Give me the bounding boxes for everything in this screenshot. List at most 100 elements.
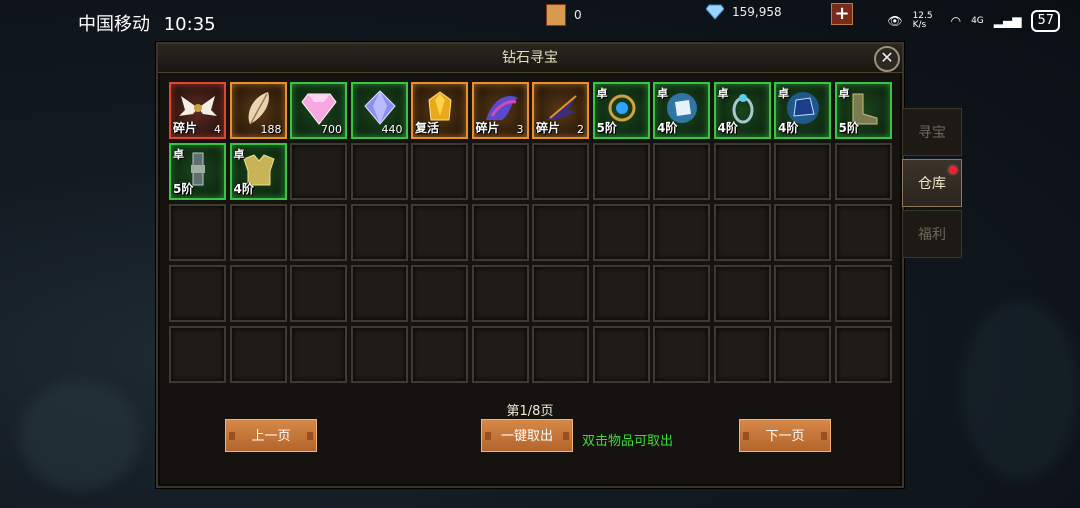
inventory-slot[interactable] (471, 143, 529, 200)
item-label: 5阶 (596, 121, 617, 135)
inventory-slot[interactable] (350, 265, 408, 322)
item-count: 188 (260, 123, 282, 136)
panel-title: 钻石寻宝 (158, 44, 902, 73)
feather-icon (240, 90, 278, 126)
carrier-label: 中国移动 (78, 14, 150, 35)
inventory-slot[interactable] (229, 204, 287, 261)
item-tier-label: 卓 (778, 87, 789, 100)
inventory-slot[interactable] (774, 143, 831, 200)
item-count: 700 (321, 123, 342, 136)
inventory-slot[interactable] (229, 265, 287, 322)
recharge-plus-button[interactable]: + (831, 3, 853, 25)
inventory-slot[interactable] (169, 326, 226, 383)
side-tabs: 寻宝 仓库 福利 (902, 108, 964, 261)
inventory-slot[interactable] (471, 326, 529, 383)
inventory-slot[interactable] (350, 143, 408, 200)
inventory-slot[interactable] (592, 143, 650, 200)
inventory-slot[interactable] (290, 143, 347, 200)
status-bar: 中国移动 10:35 👁 12.5 K/s ◠ 4G ▂▄▆ 57 (0, 0, 1080, 44)
item-label: 4阶 (778, 121, 799, 135)
inventory-slot[interactable] (411, 326, 468, 383)
inventory-slot[interactable]: 卓 5阶 (592, 82, 650, 139)
inventory-slot[interactable] (592, 265, 650, 322)
inventory-slot[interactable] (774, 204, 831, 261)
inventory-slot[interactable]: 卓 5阶 (834, 82, 892, 139)
inventory-slot[interactable] (411, 204, 468, 261)
item-tier-label: 卓 (657, 87, 668, 100)
scroll-count: 0 (574, 8, 582, 22)
inventory-slot[interactable] (834, 204, 892, 261)
inventory-slot[interactable] (290, 265, 347, 322)
tab-welfare[interactable]: 福利 (902, 210, 962, 258)
inventory-slot[interactable] (834, 265, 892, 322)
diamond-count: 159,958 (732, 5, 782, 19)
inventory-slot[interactable] (592, 326, 650, 383)
inventory-slot[interactable] (290, 204, 347, 261)
inventory-slot[interactable] (169, 265, 226, 322)
item-label: 5阶 (173, 182, 194, 196)
signal-label: 4G (971, 16, 984, 26)
inventory-slot[interactable] (713, 143, 771, 200)
item-count: 3 (516, 123, 524, 136)
item-tier-label: 卓 (173, 148, 184, 161)
notification-dot (949, 166, 957, 174)
inventory-slot[interactable] (169, 204, 226, 261)
blue-diamond-icon (361, 90, 399, 126)
take-all-button[interactable]: 一键取出 (481, 419, 573, 452)
inventory-slot[interactable]: 700 (290, 82, 347, 139)
inventory-slot[interactable]: 188 (229, 82, 287, 139)
inventory-slot[interactable] (532, 265, 589, 322)
inventory-slot[interactable] (471, 265, 529, 322)
item-label: 5阶 (838, 121, 859, 135)
next-page-button[interactable]: 下一页 (739, 419, 831, 452)
inventory-slot[interactable] (653, 326, 710, 383)
diamond-resource: 159,958 (706, 4, 782, 20)
inventory-slot[interactable]: 复活 (411, 82, 468, 139)
inventory-slot[interactable] (350, 204, 408, 261)
double-click-hint: 双击物品可取出 (582, 434, 674, 449)
inventory-slot[interactable] (532, 143, 589, 200)
prev-page-button[interactable]: 上一页 (225, 419, 317, 452)
item-label: 4阶 (233, 182, 254, 196)
inventory-slot[interactable] (834, 326, 892, 383)
item-label: 4阶 (717, 121, 738, 135)
inventory-slot[interactable] (713, 204, 771, 261)
inventory-slot[interactable] (532, 326, 589, 383)
inventory-slot[interactable]: 卓 5阶 (169, 143, 226, 200)
inventory-slot[interactable]: 碎片 4 (169, 82, 226, 139)
battery-indicator: 57 (1031, 10, 1060, 32)
inventory-slot[interactable] (471, 204, 529, 261)
inventory-slot[interactable] (653, 265, 710, 322)
inventory-slot[interactable] (290, 326, 347, 383)
inventory-slot[interactable] (350, 326, 408, 383)
inventory-slot[interactable]: 卓 4阶 (774, 82, 831, 139)
inventory-slot[interactable] (653, 143, 710, 200)
inventory-slot[interactable] (713, 326, 771, 383)
inventory-slot[interactable] (592, 204, 650, 261)
item-count: 440 (381, 123, 403, 136)
inventory-slot[interactable] (411, 265, 468, 322)
diamond-icon (706, 4, 724, 20)
inventory-slot[interactable] (653, 204, 710, 261)
inventory-slot[interactable]: 卓 4阶 (713, 82, 771, 139)
inventory-slot[interactable] (774, 326, 831, 383)
inventory-slot[interactable]: 碎片 2 (532, 82, 589, 139)
inventory-slot[interactable]: 卓 4阶 (653, 82, 710, 139)
inventory-slot[interactable]: 440 (350, 82, 408, 139)
inventory-slot[interactable] (774, 265, 831, 322)
inventory-slot[interactable] (532, 204, 589, 261)
inventory-slot[interactable] (713, 265, 771, 322)
clock: 10:35 (163, 14, 216, 35)
inventory-slot[interactable]: 碎片 3 (471, 82, 529, 139)
net-speed: 12.5 K/s (912, 11, 933, 30)
inventory-slot[interactable] (411, 143, 468, 200)
wifi-icon: ◠ (950, 14, 962, 28)
inventory-slot[interactable] (229, 326, 287, 383)
warehouse-grid: 碎片 4 188 700 440 复活 碎片 3 碎片 2 卓 5阶卓 4阶卓 4阶卓 4阶卓 5阶卓 5阶卓 4… (169, 82, 892, 383)
close-icon[interactable]: ✕ (874, 46, 900, 72)
inventory-slot[interactable]: 卓 4阶 (229, 143, 287, 200)
inventory-slot[interactable] (834, 143, 892, 200)
scroll-resource: 0 (546, 4, 582, 26)
tab-treasure[interactable]: 寻宝 (902, 108, 962, 156)
tab-warehouse[interactable]: 仓库 (902, 159, 962, 207)
